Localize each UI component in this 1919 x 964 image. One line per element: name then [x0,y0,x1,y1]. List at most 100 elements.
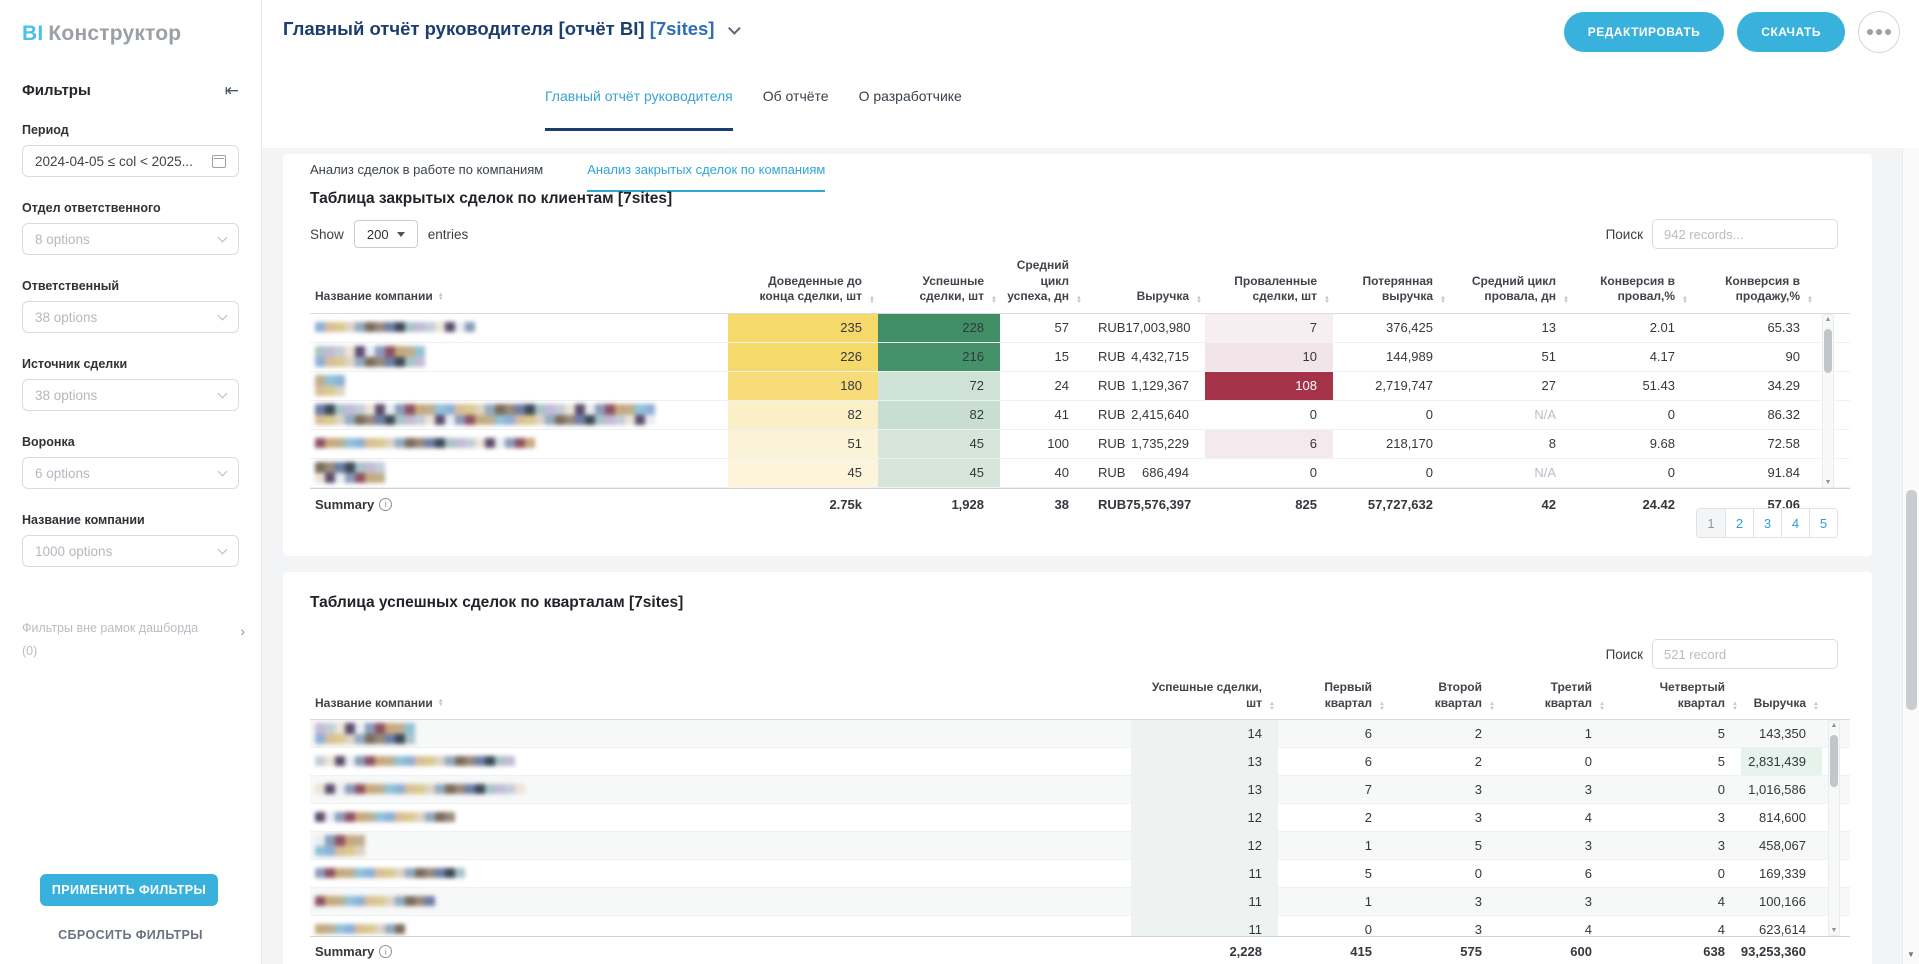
funnel-select[interactable]: 6 options [22,457,239,489]
deal-source-select[interactable]: 38 options [22,379,239,411]
cell: 27 [1449,372,1572,400]
sort-down-icon: ▼ [438,703,444,708]
redacted-company-name [315,924,405,935]
subtab-closed-deals[interactable]: Анализ закрытых сделок по компаниям [587,162,825,192]
cell: 3 [1388,888,1498,915]
sort-down-icon: ▼ [1269,707,1275,712]
column-header[interactable]: Доведенные до конца сделки, шт▲▼ [728,274,878,313]
department-select[interactable]: 8 options [22,223,239,255]
column-header[interactable]: Средний цикл успеха, дн▲▼ [1000,258,1085,313]
quarterly-table-header: Название компании▲▼Успешные сделки, шт▲▼… [310,680,1850,720]
company-cell [310,860,1131,887]
redacted-company-name [315,784,530,795]
sort-icon: ▲▼ [1489,702,1495,711]
company-cell [310,401,728,429]
scroll-down-icon[interactable]: ▼ [1823,479,1833,486]
column-header[interactable]: Успешные сделки, шт▲▼ [878,274,1000,313]
scroll-down-icon[interactable]: ▼ [1903,950,1919,959]
column-header[interactable]: Название компании▲▼ [310,696,1131,720]
column-header[interactable]: Четвертый квартал▲▼ [1608,680,1741,719]
page-scrollbar-thumb[interactable] [1906,490,1917,710]
company-cell [310,804,1131,831]
apply-filters-button[interactable]: ПРИМЕНИТЬ ФИЛЬТРЫ [40,874,218,906]
sort-down-icon: ▼ [1196,300,1202,305]
column-header[interactable]: Проваленные сделки, шт▲▼ [1205,274,1333,313]
table-row: 454540RUB686,49400N/A091.84 [310,459,1850,488]
info-icon[interactable]: i [379,498,392,511]
deal-source-value: 38 options [35,388,97,403]
sort-icon: ▲▼ [1563,296,1569,305]
cell-value: 1,129,367 [1131,378,1189,393]
tab-about-report[interactable]: Об отчёте [763,88,829,131]
column-header[interactable]: Третий квартал▲▼ [1498,680,1608,719]
page-scrollbar[interactable]: ▲ ▼ [1902,148,1919,964]
page-button-1[interactable]: 1 [1697,509,1725,537]
sort-icon: ▲▼ [438,699,444,708]
column-header[interactable]: Выручка▲▼ [1085,289,1205,313]
outer-filters-link[interactable]: Фильтры вне рамок дашборда (0) › [22,617,239,662]
column-header[interactable]: Потерянная выручка▲▼ [1333,274,1449,313]
sort-down-icon: ▼ [869,300,875,305]
company-cell [310,888,1131,915]
table-row: 111334100,166 [310,888,1850,916]
cell: 11 [1131,888,1278,915]
scroll-up-icon[interactable]: ▲ [1829,722,1839,729]
currency-label: RUB [1098,436,1125,451]
tab-main-report[interactable]: Главный отчёт руководителя [545,88,733,131]
summary-label: Summaryi [310,937,1131,964]
collapse-sidebar-icon[interactable]: ⇤ [225,82,239,99]
edit-button[interactable]: РЕДАКТИРОВАТЬ [1564,12,1725,52]
cell: 7 [1205,314,1333,342]
redacted-company-name [315,462,393,483]
column-header[interactable]: Первый квартал▲▼ [1278,680,1388,719]
download-button[interactable]: СКАЧАТЬ [1737,12,1845,52]
cell: 1,016,586 [1741,776,1822,803]
currency-label: RUB [1098,320,1125,335]
scroll-down-icon[interactable]: ▼ [1829,927,1839,934]
column-label: Первый квартал [1324,680,1372,710]
page-button-2[interactable]: 2 [1725,509,1753,537]
column-header[interactable]: Выручка▲▼ [1741,696,1822,720]
cell: 0 [1205,401,1333,429]
redacted-company-name [315,346,427,367]
column-header[interactable]: Средний цикл провала, дн▲▼ [1449,274,1572,313]
sort-down-icon: ▼ [438,297,444,302]
cell: 41 [1000,401,1085,429]
sort-down-icon: ▼ [1379,707,1385,712]
cell: 100,166 [1741,888,1822,915]
sort-icon: ▲▼ [869,296,875,305]
responsible-select[interactable]: 38 options [22,301,239,333]
dashboard-title[interactable]: Главный отчёт руководителя [отчёт BI] [7… [283,18,741,40]
column-header[interactable]: Конверсия в продажу,%▲▼ [1691,274,1816,313]
cell-value: 1,735,229 [1131,436,1189,451]
column-header[interactable]: Название компании▲▼ [310,289,728,313]
table-scrollbar[interactable]: ▲ ▼ [1822,314,1834,488]
company-select[interactable]: 1000 options [22,535,239,567]
cell: 415 [1278,937,1388,964]
page-size-select[interactable]: 200 [354,220,418,248]
info-icon[interactable]: i [379,945,392,958]
quarterly-search-input[interactable] [1652,639,1838,669]
scrollbar-thumb[interactable] [1824,329,1832,373]
cell: 575 [1388,937,1498,964]
more-options-button[interactable] [1858,11,1900,53]
summary-text: Summary [315,497,374,512]
table-row: 1373301,016,586 [310,776,1850,804]
reset-filters-button[interactable]: СБРОСИТЬ ФИЛЬТРЫ [0,928,261,942]
subtab-deals-in-progress[interactable]: Анализ сделок в работе по компаниям [310,162,543,192]
scroll-up-icon[interactable]: ▲ [1823,316,1833,323]
filter-label-company: Название компании [22,513,239,527]
table-scrollbar[interactable]: ▲ ▼ [1828,720,1840,936]
column-header[interactable]: Конверсия в провал,%▲▼ [1572,274,1691,313]
closed-deals-search-input[interactable] [1652,219,1838,249]
column-header[interactable]: Второй квартал▲▼ [1388,680,1498,719]
period-date-input[interactable]: 2024-04-05 ≤ col < 2025... [22,145,239,177]
page-button-5[interactable]: 5 [1809,509,1837,537]
tab-about-developer[interactable]: О разработчике [859,88,962,131]
scrollbar-thumb[interactable] [1830,735,1838,787]
cell: 0 [1205,459,1333,487]
column-header[interactable]: Успешные сделки, шт▲▼ [1131,680,1278,719]
quarterly-toolbar: Поиск [310,638,1838,670]
page-button-4[interactable]: 4 [1781,509,1809,537]
page-button-3[interactable]: 3 [1753,509,1781,537]
